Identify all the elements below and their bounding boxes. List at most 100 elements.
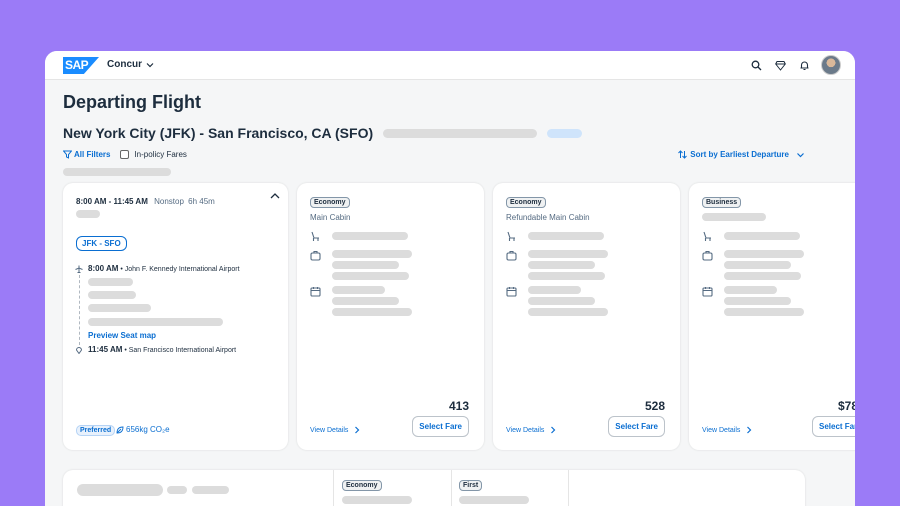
skeleton-placeholder (528, 250, 608, 258)
fare-class-tag: Economy (506, 197, 546, 208)
skeleton-placeholder (192, 486, 229, 494)
fare-card: Business $78 View Details Select Fare (689, 183, 855, 450)
skeleton-placeholder (724, 250, 804, 258)
chevron-right-icon (747, 426, 752, 434)
product-name: Concur (107, 59, 142, 70)
fare-class-tag: Economy (310, 197, 350, 208)
skeleton-placeholder (724, 308, 804, 316)
sort-button[interactable]: Sort by Earliest Departure (678, 150, 805, 159)
departure-info: 8:00 AM • John F. Kennedy International … (88, 264, 240, 273)
all-filters-button[interactable]: All Filters (63, 150, 110, 159)
skeleton-placeholder (332, 261, 399, 269)
chevron-down-icon (146, 62, 154, 67)
skeleton-placeholder (724, 286, 777, 294)
preferred-badge: Preferred (76, 425, 116, 436)
fare-class-tag: Economy (342, 480, 382, 491)
skeleton-placeholder (547, 128, 583, 138)
luggage-icon (702, 250, 713, 261)
skeleton-placeholder (332, 286, 385, 294)
skeleton-placeholder (528, 232, 604, 240)
select-fare-button[interactable]: Select Fare (812, 416, 855, 437)
sort-icon (678, 150, 688, 159)
view-details-link[interactable]: View Details (310, 426, 360, 434)
skeleton-placeholder (528, 286, 581, 294)
arrival-info: 11:45 AM • San Francisco International A… (88, 345, 237, 354)
seat-icon (507, 231, 515, 241)
skeleton-placeholder (459, 496, 529, 504)
calendar-icon (310, 287, 321, 297)
calendar-icon (702, 287, 713, 297)
timeline-line (78, 275, 80, 345)
skeleton-placeholder (332, 272, 409, 280)
route-title: New York City (JFK) - San Francisco, CA … (63, 125, 374, 141)
checkbox-box[interactable] (120, 150, 130, 159)
skeleton-placeholder (528, 261, 595, 269)
fare-price: $78 (838, 399, 855, 413)
preview-seat-map-link[interactable]: Preview Seat map (88, 331, 156, 340)
plane-icon (75, 265, 83, 273)
skeleton-placeholder (383, 128, 538, 138)
skeleton-placeholder (63, 168, 171, 176)
skeleton-placeholder (76, 210, 100, 218)
skeleton-placeholder (332, 297, 399, 305)
luggage-icon (310, 250, 321, 261)
skeleton-placeholder (724, 297, 791, 305)
select-fare-button[interactable]: Select Fare (608, 416, 665, 437)
divider (333, 470, 334, 506)
skeleton-placeholder (528, 308, 608, 316)
view-details-link[interactable]: View Details (506, 426, 556, 434)
cabin-name: Refundable Main Cabin (506, 213, 590, 222)
seat-icon (703, 231, 711, 241)
skeleton-placeholder (88, 304, 151, 312)
app-window: SAP Concur Departing Flight New York Cit… (45, 51, 855, 506)
fare-price: 528 (644, 399, 665, 413)
shell-bar: SAP Concur (45, 51, 855, 80)
all-filters-label: All Filters (74, 150, 111, 159)
select-fare-button[interactable]: Select Fare (412, 416, 469, 437)
product-switcher[interactable]: Concur (107, 59, 154, 70)
in-policy-label: In-policy Fares (134, 150, 187, 159)
seat-icon (311, 231, 319, 241)
skeleton-placeholder (342, 496, 412, 504)
skeleton-placeholder (88, 318, 223, 326)
route-chip: JFK - SFO (76, 236, 127, 251)
skeleton-placeholder (88, 291, 136, 299)
chevron-right-icon (355, 426, 360, 434)
flight-result-row: Economy First (63, 470, 805, 506)
skeleton-placeholder (724, 272, 801, 280)
view-details-link[interactable]: View Details (702, 426, 752, 434)
skeleton-placeholder (724, 261, 791, 269)
skeleton-placeholder (77, 484, 163, 496)
location-pin-icon (75, 347, 83, 354)
fare-card: Economy Refundable Main Cabin 528 View D… (493, 183, 680, 450)
avatar[interactable] (821, 55, 841, 75)
skeleton-placeholder (528, 297, 595, 305)
calendar-icon (506, 287, 517, 297)
search-icon[interactable] (749, 58, 763, 72)
fare-class-tag: Business (702, 197, 742, 208)
diamond-icon[interactable] (773, 58, 787, 72)
skeleton-placeholder (88, 278, 133, 286)
departure-airport: John F. Kennedy International Airport (124, 266, 240, 273)
chevron-up-icon[interactable] (270, 192, 280, 200)
fare-price: 413 (448, 399, 469, 413)
skeleton-placeholder (167, 486, 187, 494)
duration: 6h 45m (188, 197, 215, 206)
co2-emissions: 656kg CO₂e (116, 425, 170, 434)
luggage-icon (506, 250, 517, 261)
page-title: Departing Flight (63, 92, 201, 112)
fare-card: Economy Main Cabin 413 View Details Sele… (297, 183, 484, 450)
skeleton-placeholder (702, 213, 766, 221)
stops: Nonstop (154, 197, 184, 206)
in-policy-checkbox[interactable]: In-policy Fares (120, 150, 187, 159)
divider (568, 470, 569, 506)
skeleton-placeholder (724, 232, 800, 240)
fare-class-tag: First (459, 480, 483, 491)
flight-card: 8:00 AM - 11:45 AM Nonstop 6h 45m JFK - … (63, 183, 288, 450)
bell-icon[interactable] (797, 58, 811, 72)
skeleton-placeholder (528, 272, 605, 280)
sort-label: Sort by Earliest Departure (690, 150, 789, 159)
skeleton-placeholder (332, 250, 412, 258)
filter-icon (63, 150, 72, 159)
skeleton-placeholder (332, 308, 412, 316)
